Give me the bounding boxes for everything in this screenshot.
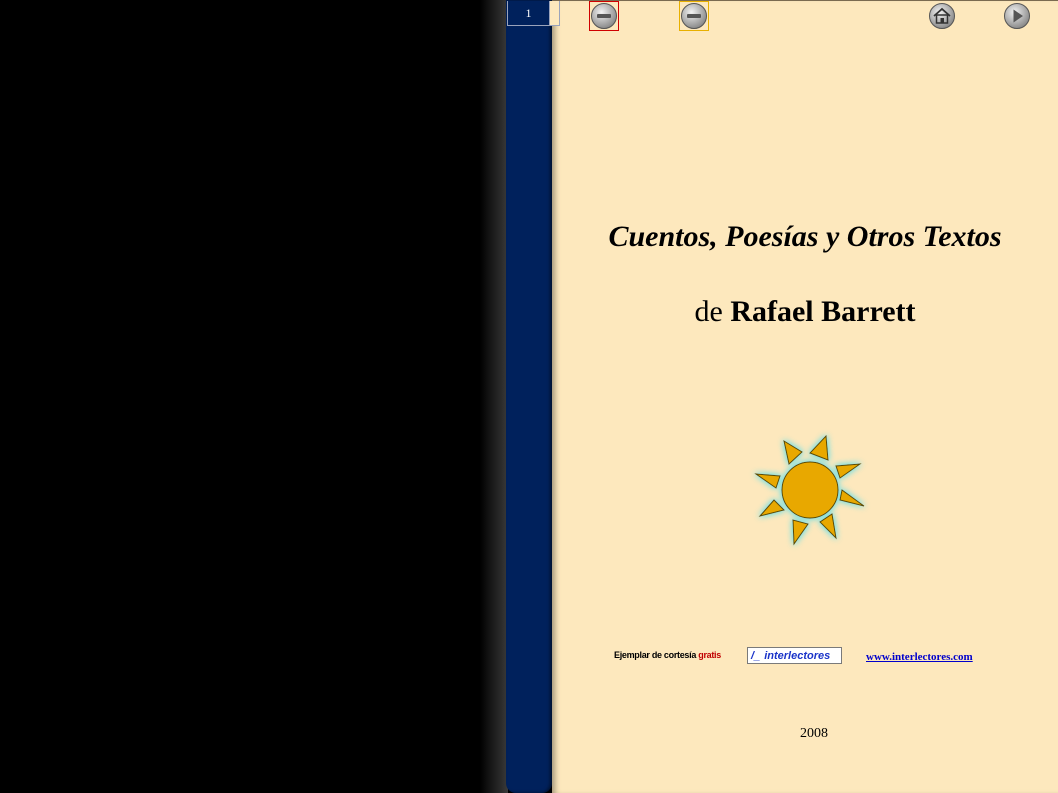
next-page-button[interactable]	[679, 1, 709, 31]
sun-icon	[754, 434, 865, 546]
left-blank-pane	[0, 0, 500, 793]
book-title: Cuentos, Poesías y Otros Textos	[608, 220, 1002, 253]
left-pane-shadow	[480, 0, 508, 793]
forward-button[interactable]	[1002, 1, 1032, 31]
page-number: 1	[507, 1, 550, 26]
page-tab-edge	[550, 1, 560, 26]
book-author-line: de Rafael Barrett	[552, 295, 1058, 329]
prev-page-button[interactable]	[589, 1, 619, 31]
logo-slash-icon: /_	[751, 649, 761, 662]
page-top-border	[552, 0, 1058, 1]
interlectores-logo: /_ interlectores	[747, 647, 842, 664]
book-spine	[506, 0, 552, 793]
author-name: Rafael Barrett	[730, 295, 916, 328]
publication-year: 2008	[800, 726, 828, 741]
minus-circle-icon	[681, 3, 707, 29]
courtesy-text: Ejemplar de cortesía gratis	[614, 650, 721, 660]
website-link[interactable]: www.interlectores.com	[866, 651, 973, 663]
minus-circle-icon	[591, 3, 617, 29]
logo-text: interlectores	[764, 649, 831, 662]
home-button[interactable]	[927, 1, 957, 31]
play-right-icon	[1004, 3, 1030, 29]
author-prefix: de	[694, 295, 731, 328]
courtesy-label: Ejemplar de cortesía	[614, 650, 699, 660]
cover-page	[552, 0, 1058, 793]
gratis-label: gratis	[698, 650, 721, 660]
home-icon	[929, 3, 955, 29]
